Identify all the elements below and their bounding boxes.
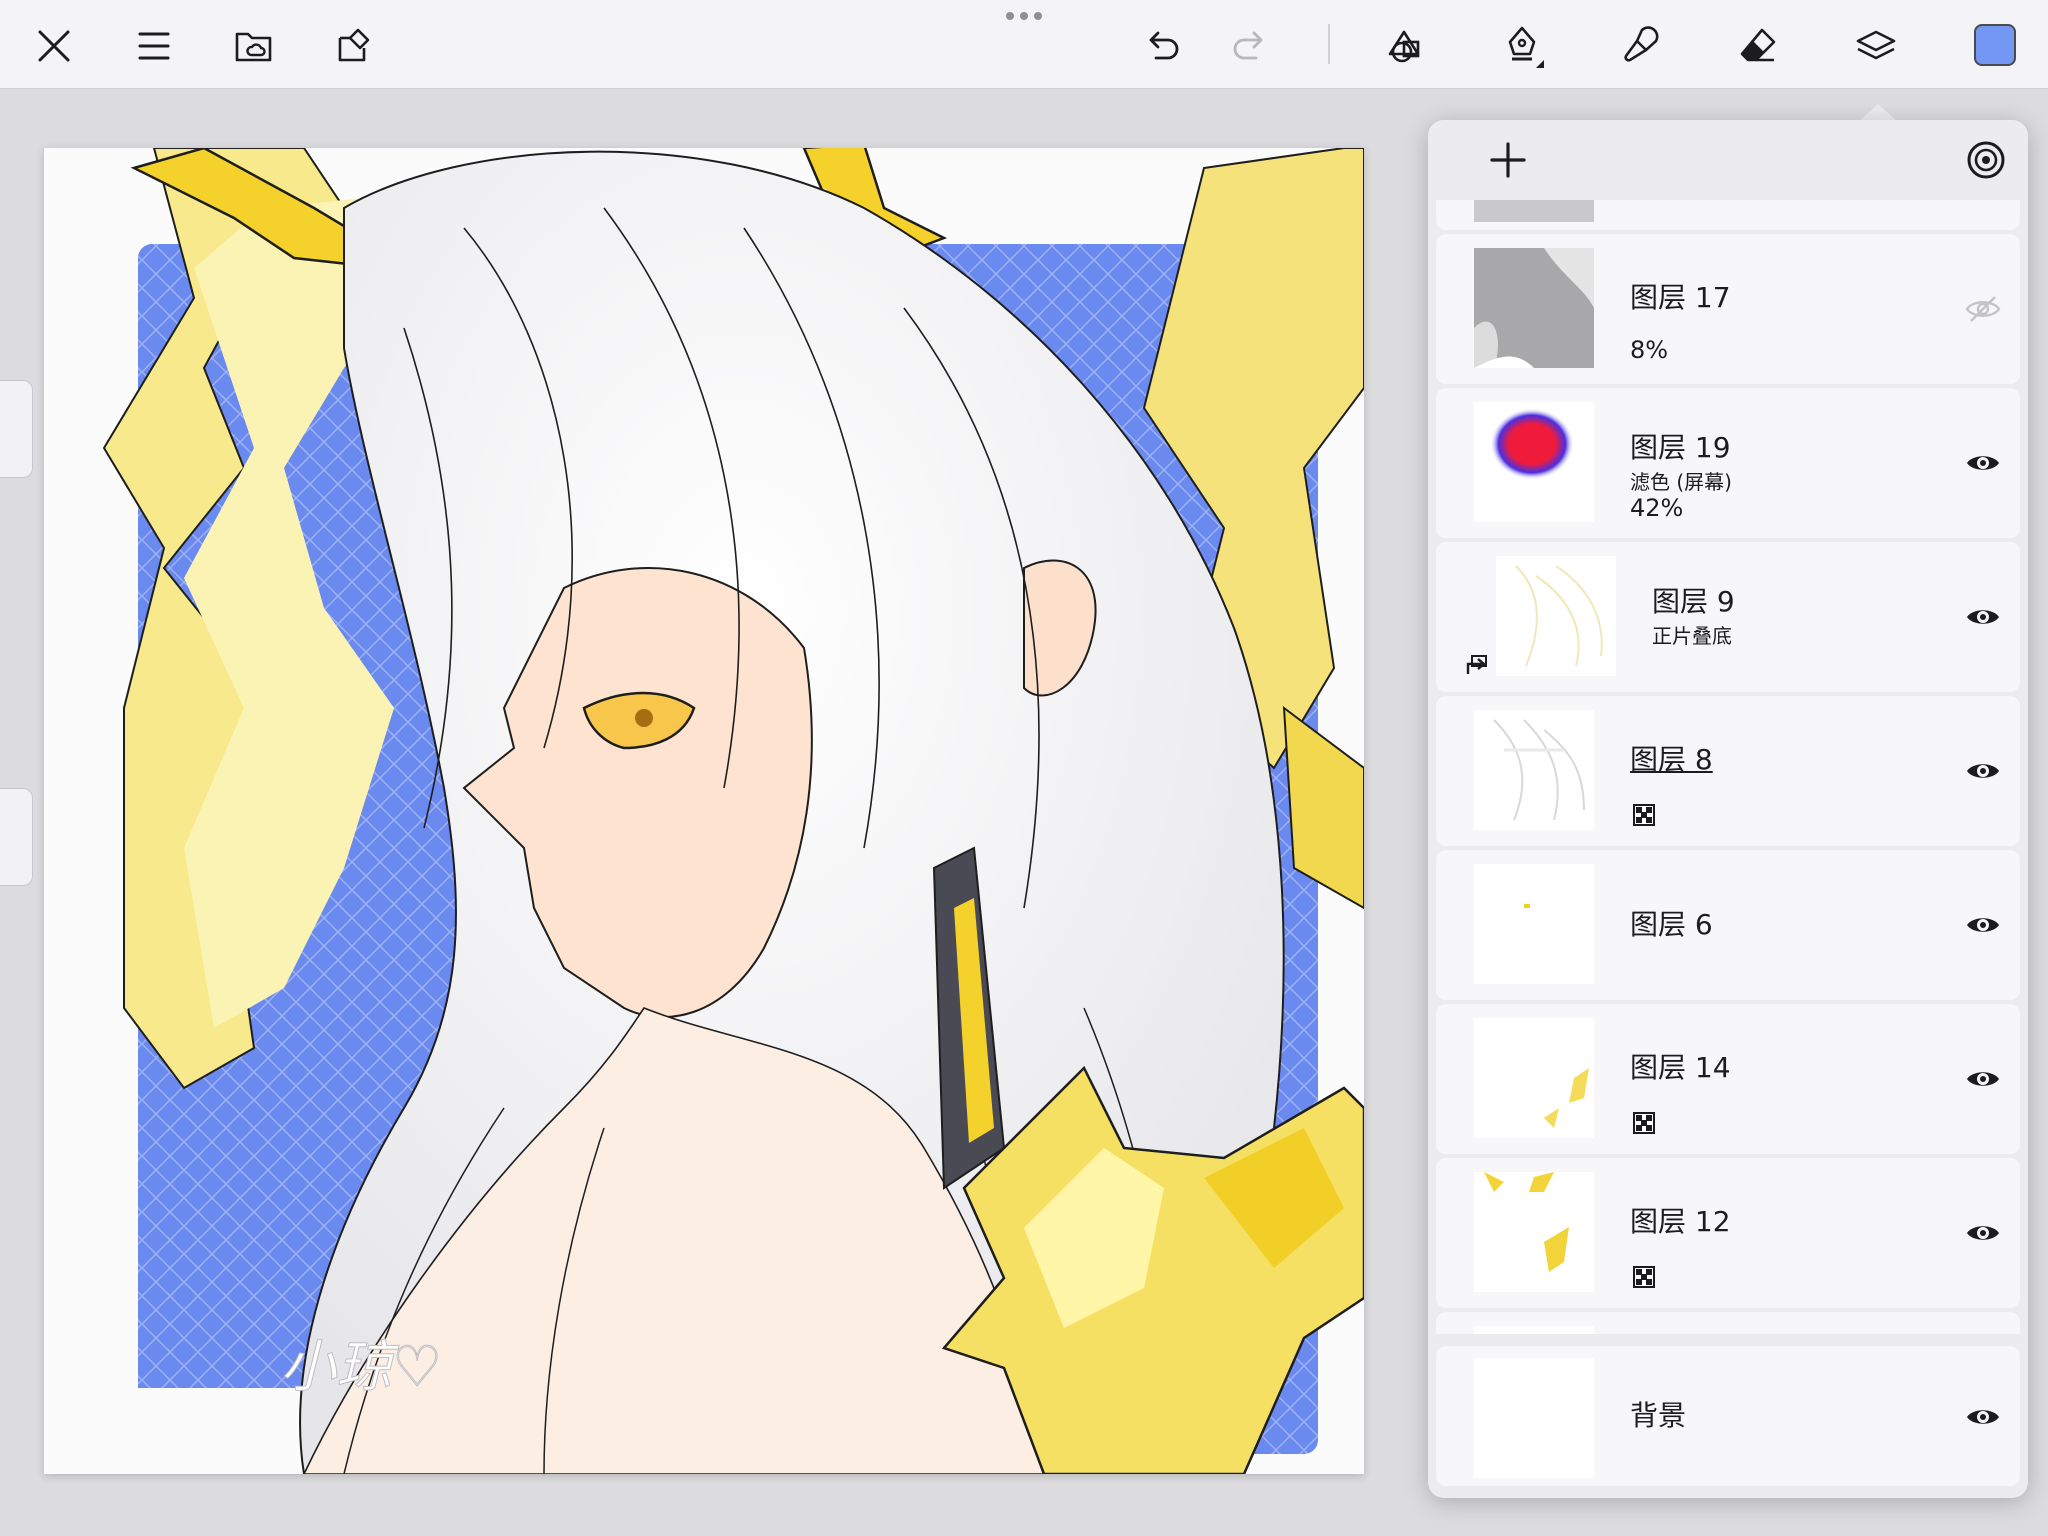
layer-row[interactable]: 图层 17 8% [1436,234,2020,384]
redo-icon[interactable] [1222,18,1278,74]
layer-row[interactable]: 图层 19 滤色 (屏幕) 42% [1436,388,2020,538]
alpha-lock-icon [1633,804,1655,826]
undo-icon[interactable] [1134,18,1190,74]
layer-name: 图层 8 [1630,743,1713,776]
layer-thumbnail [1474,1172,1594,1292]
layer-blend-mode: 正片叠底 [1652,624,1732,648]
layer-thumbnail [1474,1018,1594,1138]
layer-thumbnail [1496,556,1616,676]
layer-name: 图层 9 [1652,585,1735,618]
opacity-slider-tab[interactable] [0,788,33,886]
layer-thumbnail [1474,1358,1594,1478]
menu-icon[interactable] [126,18,182,74]
visibility-icon[interactable] [1964,1060,2002,1098]
layer-thumbnail [1474,248,1594,368]
artwork: 小琼♡ [44,148,1364,1474]
layer-thumbnail [1474,402,1594,522]
layer-row[interactable]: 图层 6 [1436,850,2020,1000]
layers-icon[interactable] [1848,18,1904,74]
color-swatch[interactable] [1974,24,2016,66]
layer-target-icon[interactable] [1964,138,2008,182]
visibility-icon[interactable] [1964,1398,2002,1436]
layer-name: 图层 14 [1630,1051,1731,1084]
layer-row-partial-top[interactable] [1436,200,2020,230]
layer-thumbnail [1474,710,1594,830]
alpha-lock-icon [1633,1266,1655,1288]
visibility-icon[interactable] [1964,444,2002,482]
visibility-icon[interactable] [1964,598,2002,636]
layer-name: 图层 6 [1630,908,1713,941]
layer-name: 图层 12 [1630,1205,1731,1238]
layer-opacity: 8% [1630,336,1669,364]
visibility-icon[interactable] [1964,752,2002,790]
drawing-canvas[interactable]: 小琼♡ [44,148,1364,1474]
layer-name: 背景 [1630,1399,1687,1432]
alpha-lock-icon [1633,1112,1655,1134]
layer-row-background[interactable]: 背景 [1436,1346,2020,1486]
layer-row-selected[interactable]: 图层 8 [1436,696,2020,846]
visibility-icon[interactable] [1964,906,2002,944]
import-icon[interactable] [326,18,382,74]
visibility-off-icon[interactable] [1964,290,2002,328]
layer-row[interactable]: 图层 12 [1436,1158,2020,1308]
eraser-icon[interactable] [1730,18,1786,74]
signature-text: 小琼♡ [280,1335,442,1400]
more-dots-icon[interactable] [1000,12,1048,26]
toolbar-divider [1328,24,1330,64]
add-layer-icon[interactable] [1484,136,1532,184]
layer-row-partial-bottom[interactable] [1436,1312,2020,1334]
layer-thumbnail [1474,864,1594,984]
layer-row[interactable]: 图层 14 [1436,1004,2020,1154]
layer-row[interactable]: 图层 9 正片叠底 [1436,542,2020,692]
layers-panel-header [1428,120,2028,200]
folder-cloud-icon[interactable] [226,18,282,74]
layer-opacity: 42% [1630,494,1684,522]
adjust-shapes-icon[interactable] [1376,18,1432,74]
layer-name: 图层 19 [1630,431,1731,464]
size-slider-tab[interactable] [0,380,33,478]
visibility-icon[interactable] [1964,1214,2002,1252]
top-toolbar [0,0,2048,89]
close-icon[interactable] [26,18,82,74]
layers-panel: 图层 17 8% 图层 19 滤色 (屏幕) 42% 图层 9 正片叠底 图层 … [1428,120,2028,1498]
layer-blend-mode: 滤色 (屏幕) [1630,470,1732,494]
clipping-mask-icon [1466,655,1487,674]
layer-name: 图层 17 [1630,281,1731,314]
brush-icon[interactable] [1612,18,1668,74]
pen-icon[interactable] [1494,18,1550,74]
